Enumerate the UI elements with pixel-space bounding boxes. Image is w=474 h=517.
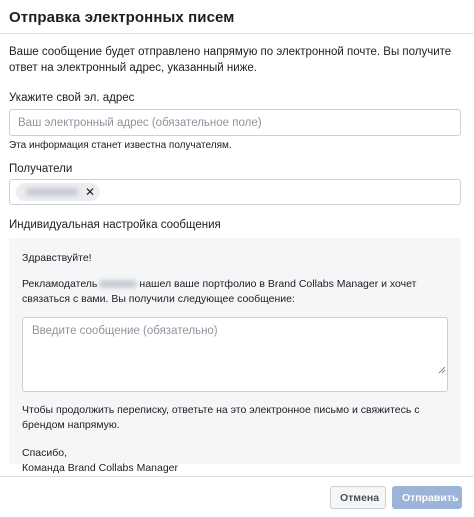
- advertiser-text: Рекламодатель нашел ваше портфолио в Bran…: [22, 277, 448, 307]
- recipients-label: Получатели: [9, 163, 73, 175]
- email-label: Укажите свой эл. адрес: [9, 92, 135, 104]
- dialog-footer: Отмена Отправить: [0, 476, 474, 517]
- recipients-field[interactable]: ✕: [9, 179, 461, 205]
- dialog-title: Отправка электронных писем: [9, 9, 235, 26]
- message-input[interactable]: [22, 317, 448, 392]
- email-hint: Эта информация станет известна получател…: [9, 140, 232, 151]
- recipient-name-redacted: [26, 188, 78, 196]
- message-preview-panel: Здравствуйте! Рекламодатель нашел ваше по…: [9, 238, 461, 474]
- advertiser-prefix: Рекламодатель: [22, 278, 98, 290]
- signoff-thanks: Спасибо,: [22, 447, 67, 459]
- close-icon[interactable]: ✕: [85, 184, 95, 200]
- recipient-chip: ✕: [16, 183, 100, 201]
- advertiser-name-redacted: [99, 280, 138, 289]
- continue-text: Чтобы продолжить переписку, ответьте на …: [22, 404, 420, 431]
- greeting-text: Здравствуйте!: [22, 252, 92, 264]
- email-dialog: Отправка электронных писем Ваше сообщени…: [0, 0, 474, 517]
- intro-text: Ваше сообщение будет отправлено напрямую…: [9, 46, 452, 74]
- send-button[interactable]: Отправить: [392, 486, 462, 509]
- cancel-button[interactable]: Отмена: [330, 486, 386, 509]
- email-input[interactable]: [9, 109, 461, 136]
- dialog-header: Отправка электронных писем: [0, 0, 474, 34]
- custom-message-label: Индивидуальная настройка сообщения: [9, 219, 221, 231]
- signoff-team: Команда Brand Collabs Manager: [22, 462, 179, 474]
- resize-handle-icon[interactable]: [438, 366, 446, 374]
